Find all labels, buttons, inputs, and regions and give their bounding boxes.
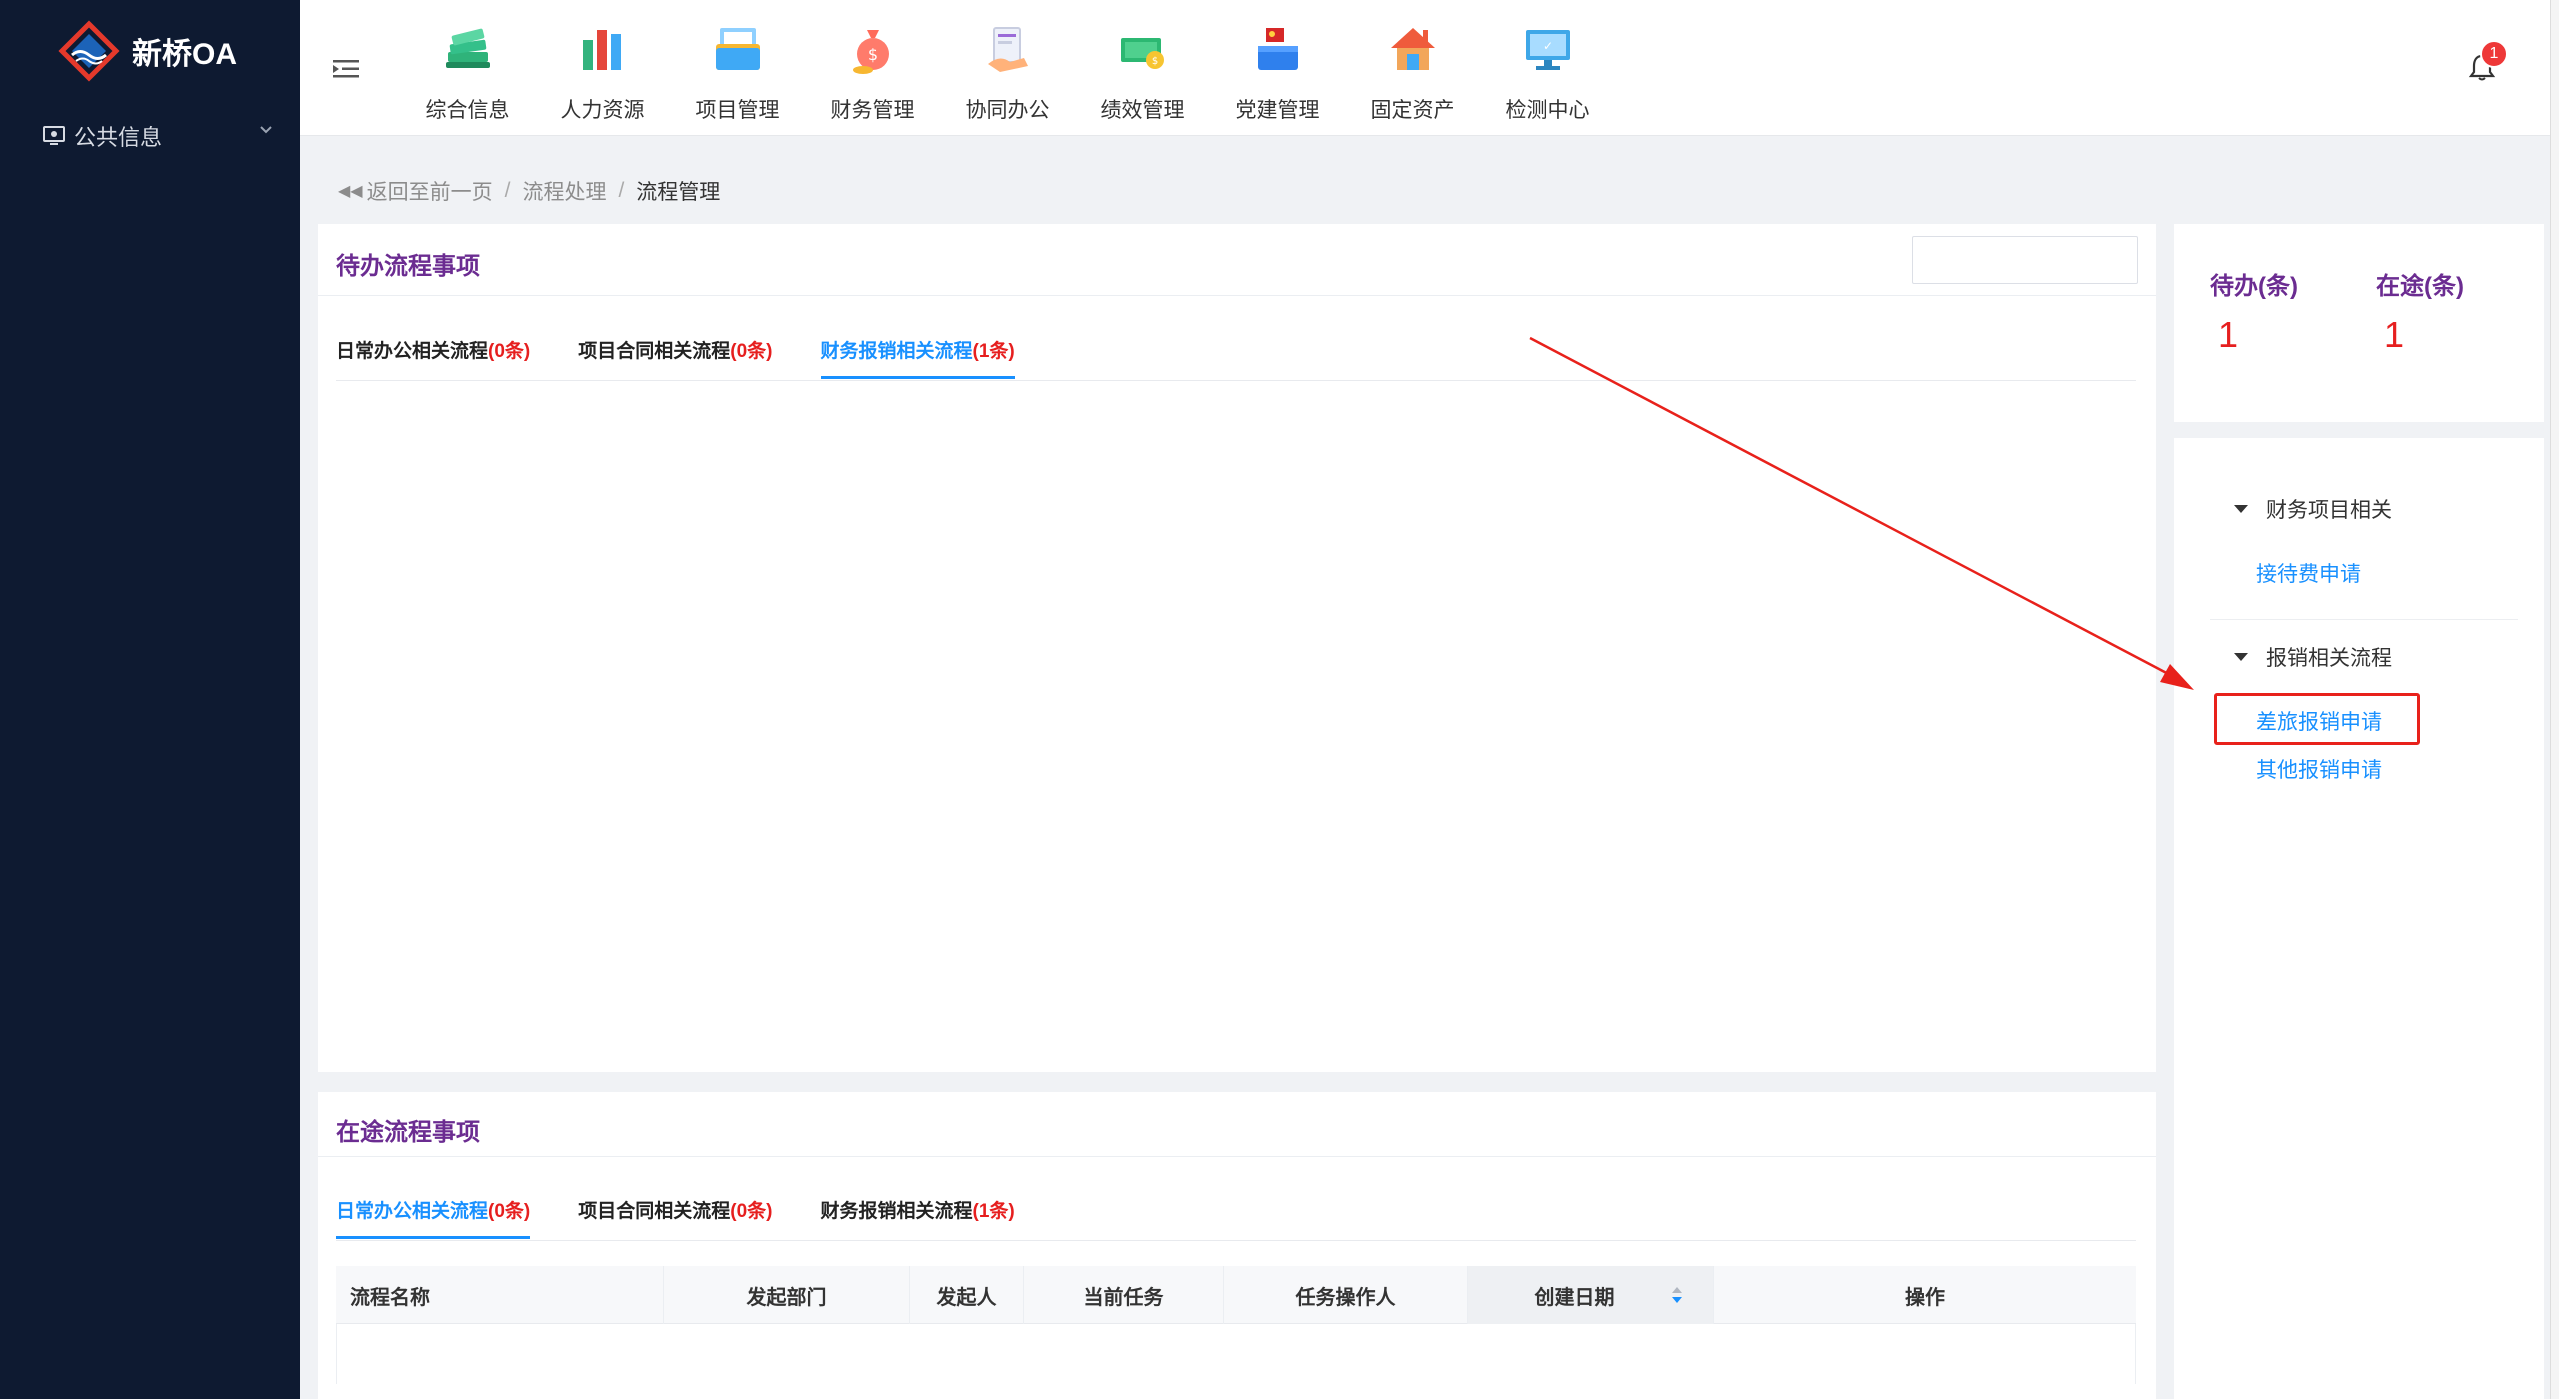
annotation-arrow bbox=[1529, 336, 2194, 690]
